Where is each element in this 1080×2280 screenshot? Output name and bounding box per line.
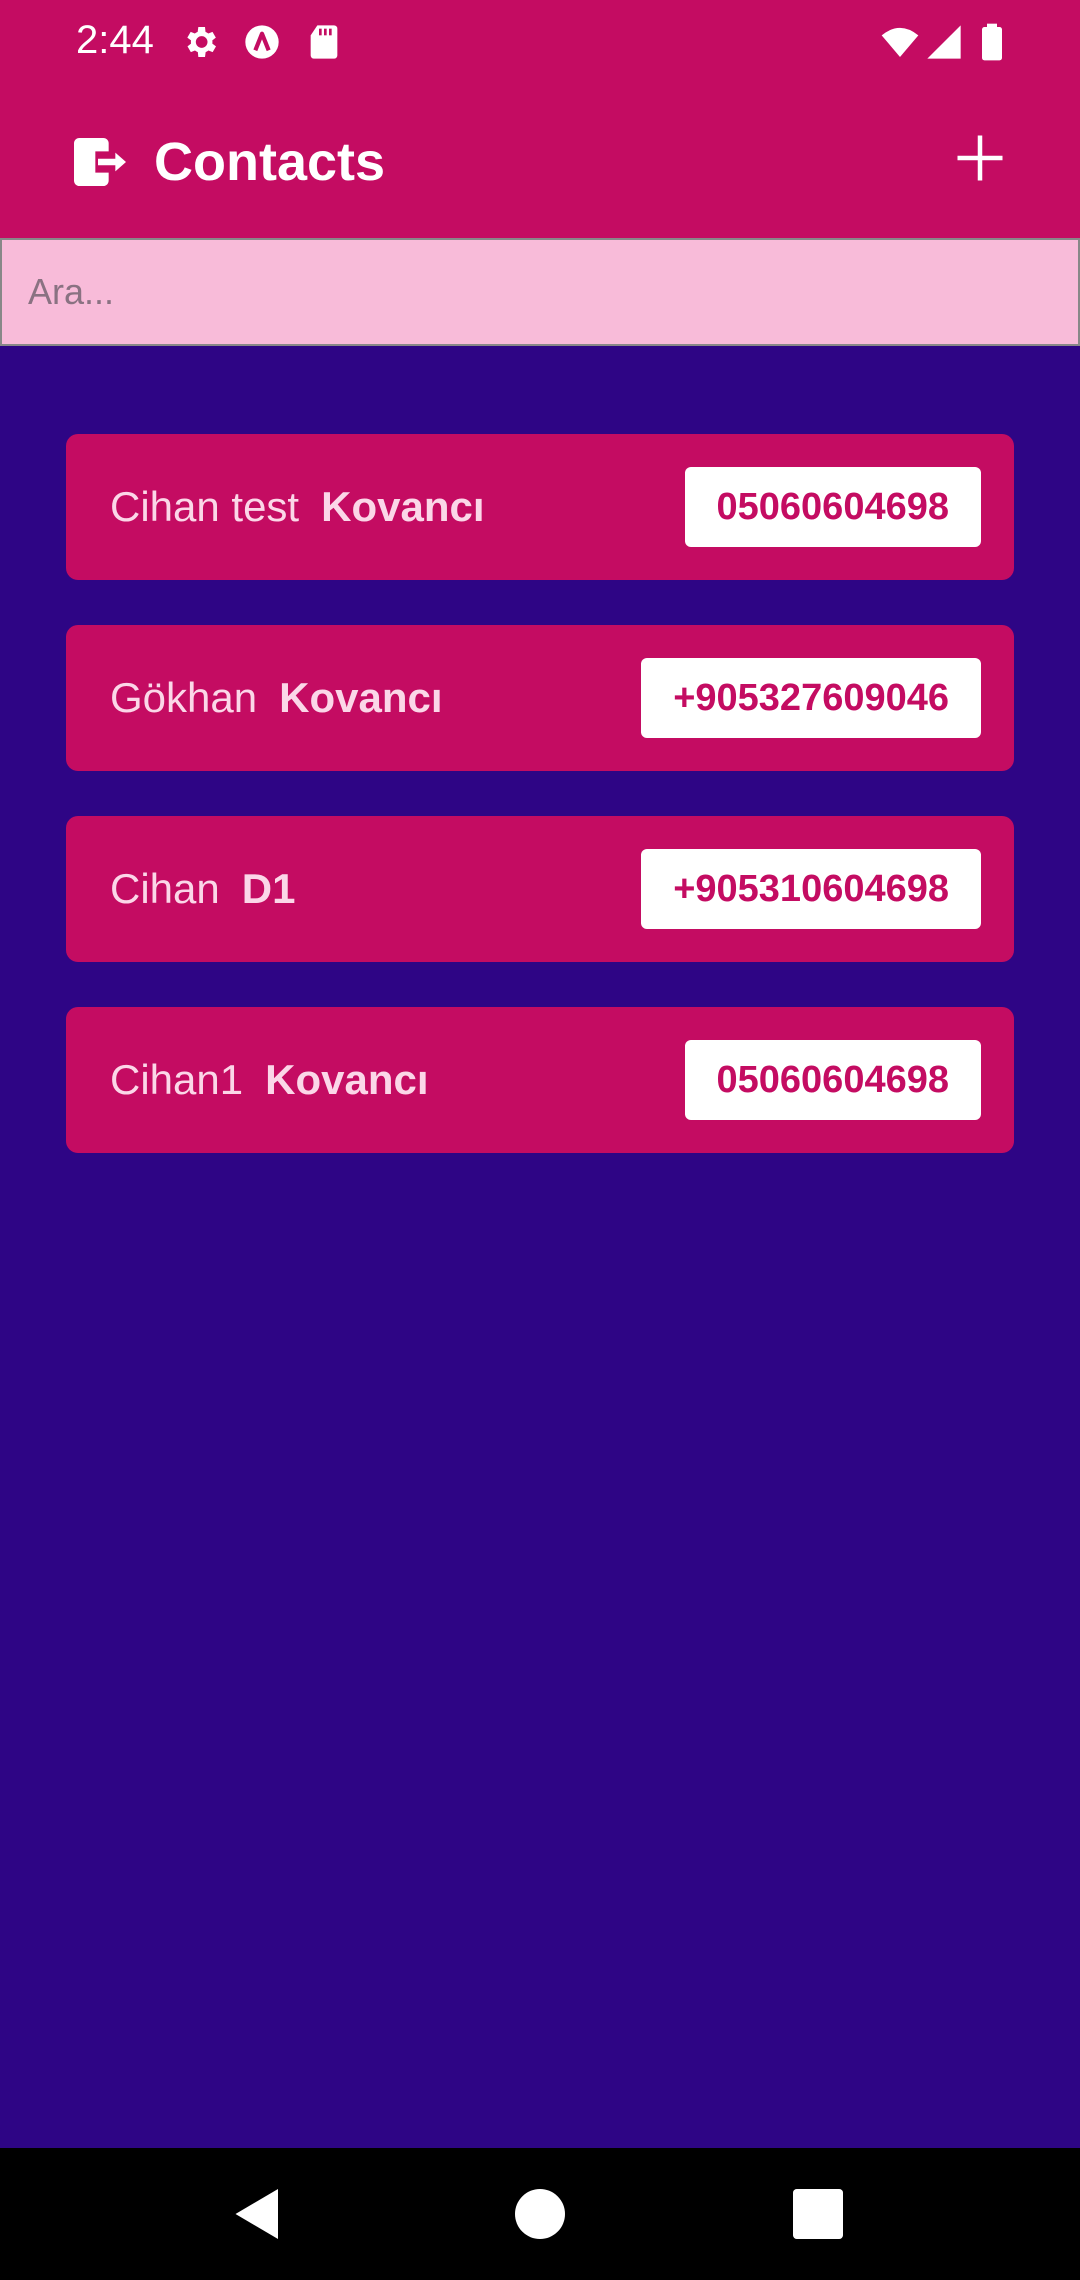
contact-last-name: Kovancı	[279, 674, 443, 721]
battery-icon	[982, 23, 1002, 61]
status-bar: 2:44	[0, 0, 1080, 88]
logout-icon[interactable]	[66, 130, 130, 194]
status-time: 2:44	[76, 18, 154, 62]
add-icon[interactable]	[950, 128, 1010, 188]
accessibility-icon	[245, 25, 279, 59]
contact-phone-button[interactable]: +905310604698	[641, 849, 981, 929]
contact-last-name: D1	[241, 865, 296, 912]
sd-card-icon	[310, 25, 338, 59]
contact-phone-button[interactable]: +905327609046	[641, 658, 981, 738]
contact-card[interactable]: Gökhan Kovancı +905327609046	[66, 625, 1014, 771]
contact-name: Gökhan Kovancı	[110, 625, 443, 771]
contact-card[interactable]: Cihan test Kovancı 05060604698	[66, 434, 1014, 580]
contact-first-name: Gökhan	[110, 674, 258, 721]
recents-icon[interactable]	[788, 2184, 848, 2244]
contact-last-name: Kovancı	[321, 483, 485, 530]
contact-name: Cihan1 Kovancı	[110, 1007, 429, 1153]
home-icon[interactable]	[510, 2184, 570, 2244]
search-bar	[0, 238, 1080, 346]
contact-card[interactable]: Cihan D1 +905310604698	[66, 816, 1014, 962]
page-title: Contacts	[154, 132, 386, 192]
search-input[interactable]	[2, 240, 1078, 344]
gear-icon	[187, 27, 216, 57]
contact-list: Cihan test Kovancı 05060604698 Gökhan Kova…	[66, 434, 1014, 1198]
navigation-bar	[0, 2148, 1080, 2280]
contact-name: Cihan D1	[110, 816, 295, 962]
contact-first-name: Cihan1	[110, 1056, 244, 1103]
back-icon[interactable]	[228, 2184, 288, 2244]
wifi-icon	[881, 27, 919, 57]
contact-card[interactable]: Cihan1 Kovancı 05060604698	[66, 1007, 1014, 1153]
app-bar: Contacts	[0, 88, 1080, 238]
contact-phone-button[interactable]: 05060604698	[684, 467, 981, 547]
contact-first-name: Cihan	[110, 865, 220, 912]
contact-phone-button[interactable]: 05060604698	[684, 1040, 981, 1120]
signal-icon	[927, 25, 961, 59]
contact-last-name: Kovancı	[265, 1056, 429, 1103]
contact-name: Cihan test Kovancı	[110, 434, 485, 580]
contact-first-name: Cihan test	[110, 483, 300, 530]
